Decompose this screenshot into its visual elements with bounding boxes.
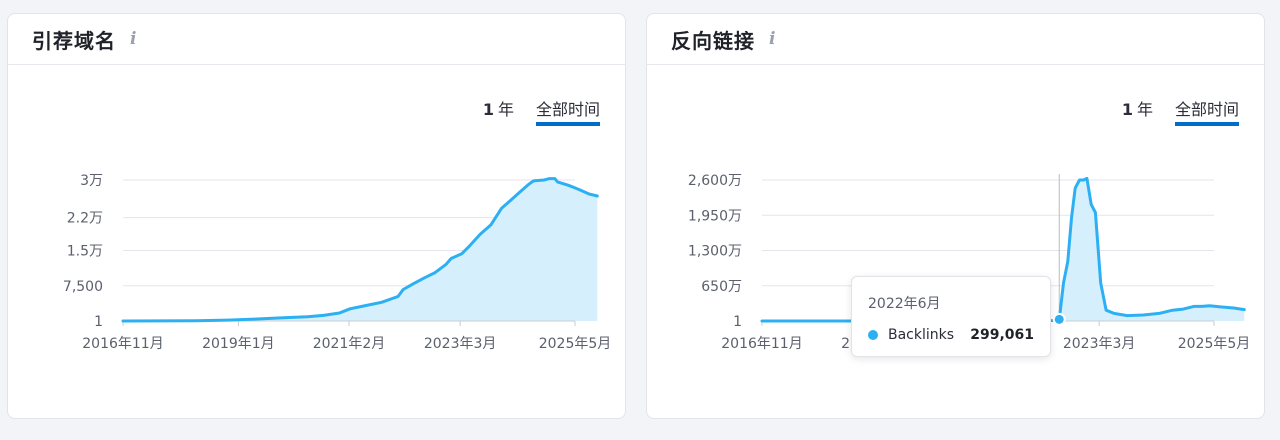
- backlinks-card: 反向链接 i 1年 全部时间 1 650万 1,300万 1,950万 2,600万 20…: [646, 13, 1265, 419]
- hover-point[interactable]: [1052, 312, 1066, 326]
- tooltip-row: Backlinks 299,061: [868, 327, 1034, 343]
- chart-tooltip: 2022年6月 Backlinks 299,061: [851, 276, 1051, 357]
- tooltip-series-name: Backlinks: [888, 327, 955, 343]
- x-tick-label: 2023年3月: [424, 336, 497, 352]
- x-tick-label: 2025年5月: [539, 336, 612, 352]
- y-tick-label: 2.2万: [67, 211, 103, 227]
- y-tick-label: 1.5万: [67, 244, 103, 260]
- y-tick-label: 7,500: [63, 279, 103, 295]
- y-tick-label: 1,300万: [688, 244, 742, 260]
- y-tick-label: 1,950万: [688, 208, 742, 224]
- x-tick-label: 2023年3月: [1063, 336, 1136, 352]
- referring-domains-chart: 1 7,500 1.5万 2.2万 3万 2016年11月 2019年1月 2021年2月 20…: [63, 173, 612, 352]
- x-tick-label: 2016年11月: [82, 336, 163, 352]
- x-tick-label: 2021年2月: [313, 336, 386, 352]
- series-dot: [868, 330, 878, 340]
- y-tick-label: 3万: [80, 173, 103, 189]
- y-tick-label: 650万: [701, 279, 742, 295]
- x-tick-label: 2016年11月: [721, 336, 802, 352]
- y-tick-label: 1: [94, 314, 103, 330]
- y-tick-label: 1: [733, 314, 742, 330]
- backlinks-chart: 1650万1,300万1,950万2,600万2016年11月2019年1月20…: [688, 173, 1251, 352]
- series-area: [123, 178, 598, 321]
- referring-domains-card: 引荐域名 i 1年 全部时间 1 7,500 1.5万 2.2万 3万 2016年11月 2…: [7, 13, 626, 419]
- tooltip-value: 299,061: [970, 327, 1034, 343]
- y-tick-label: 2,600万: [688, 173, 742, 189]
- tooltip-date: 2022年6月: [868, 296, 941, 312]
- x-tick-label: 2025年5月: [1178, 336, 1251, 352]
- x-tick-label: 2019年1月: [202, 336, 275, 352]
